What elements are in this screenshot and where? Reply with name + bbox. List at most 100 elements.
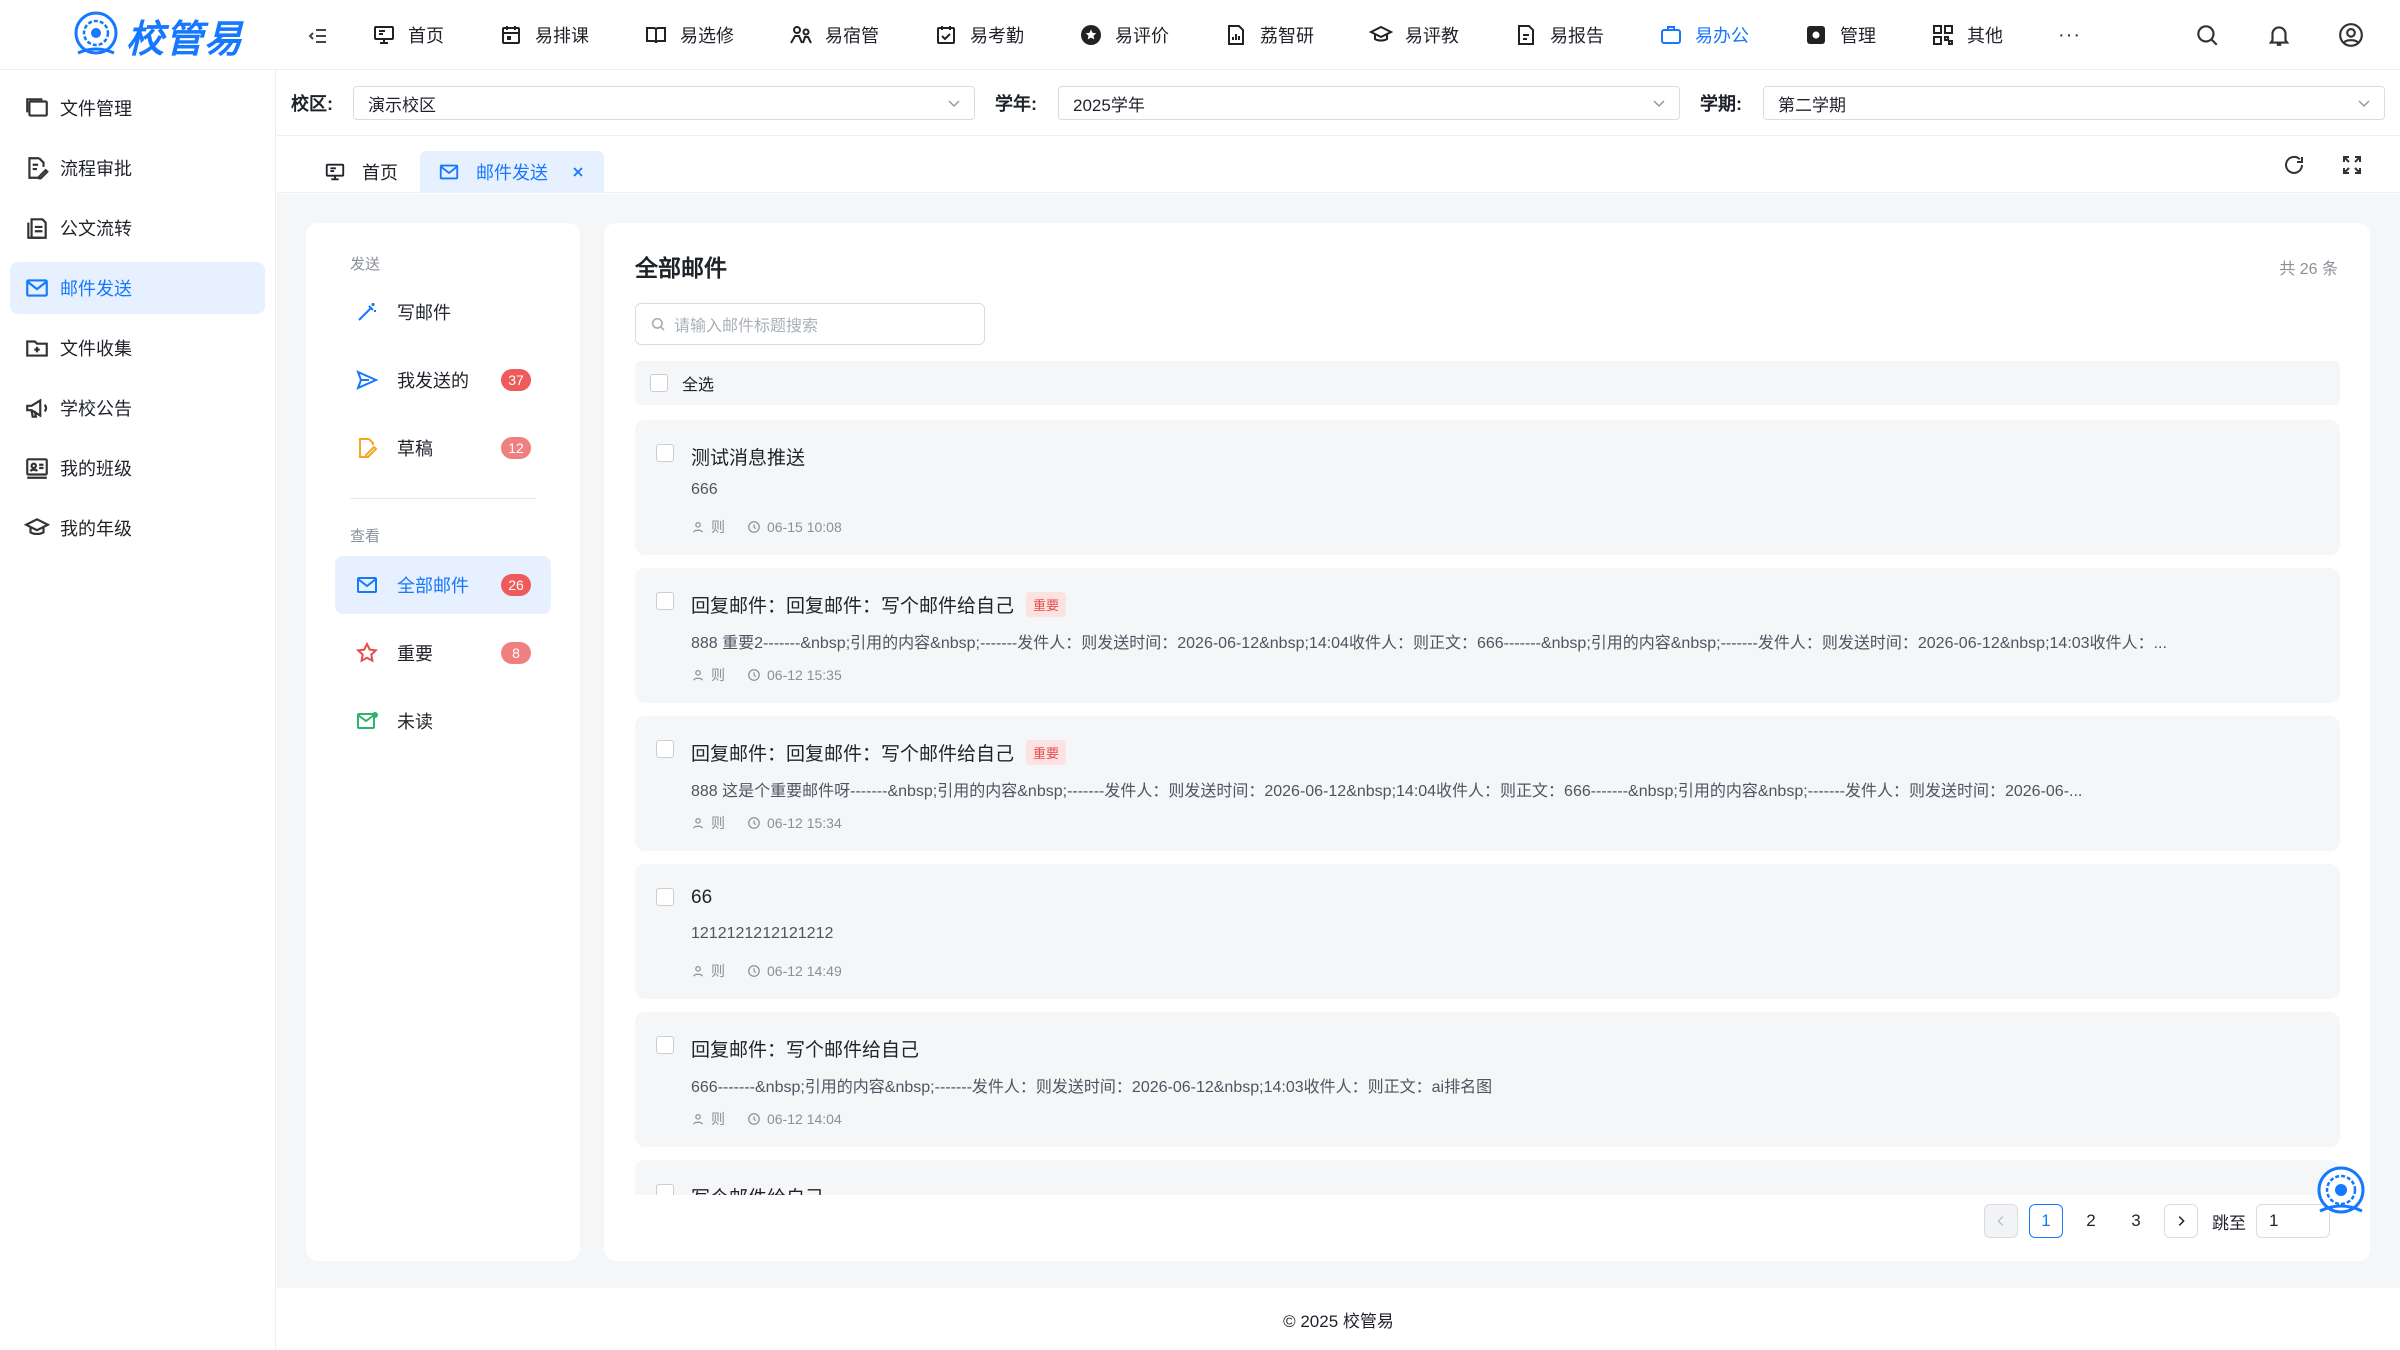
next-page-button[interactable] bbox=[2164, 1204, 2198, 1238]
people-icon bbox=[790, 26, 812, 44]
refresh-icon[interactable] bbox=[2282, 153, 2306, 177]
fullscreen-icon[interactable] bbox=[2340, 153, 2364, 177]
mail-subject: 测试消息推送 bbox=[691, 443, 805, 470]
mail-search-input[interactable]: 请输入邮件标题搜索 bbox=[635, 303, 985, 345]
select-all-checkbox[interactable] bbox=[650, 374, 668, 392]
page-button-2[interactable]: 2 bbox=[2074, 1204, 2108, 1238]
folder-add-icon bbox=[26, 340, 48, 357]
nav-item-dormitory[interactable]: 易宿管 bbox=[789, 0, 879, 70]
search-icon[interactable] bbox=[2194, 22, 2220, 48]
mail-subject-text: 回复邮件：回复邮件：写个邮件给自己 bbox=[691, 596, 1015, 617]
nav-item-evaluation[interactable]: 易评价 bbox=[1079, 0, 1169, 70]
mail-time: 06-12 14:49 bbox=[767, 963, 842, 979]
mailbox-unread[interactable]: 未读 bbox=[335, 692, 551, 750]
mail-item[interactable]: 66 1212121212121212 则 06-12 14:49 bbox=[635, 864, 2340, 999]
sidebar-item-announcements[interactable]: 学校公告 bbox=[10, 382, 265, 434]
user-avatar-icon[interactable] bbox=[2338, 22, 2364, 48]
nav-item-electives[interactable]: 易选修 bbox=[644, 0, 734, 70]
graduation-cap-icon bbox=[1369, 25, 1393, 42]
tab-mail-send[interactable]: 邮件发送 bbox=[420, 151, 604, 193]
book-icon bbox=[646, 27, 666, 44]
logo-emblem-icon bbox=[74, 11, 118, 55]
nav-item-admin[interactable]: 管理 bbox=[1804, 0, 1876, 70]
brand-name: 校管易 bbox=[126, 18, 244, 61]
mail-checkbox[interactable] bbox=[656, 1184, 674, 1195]
grid-icon bbox=[1933, 25, 1953, 45]
main-nav: 首页 易排课 易选修 易宿管 易考勤 易评价 荔智研 易评教 易报告 易办公 管… bbox=[372, 0, 2081, 70]
nav-item-attendance[interactable]: 易考勤 bbox=[934, 0, 1024, 70]
top-navigation-bar: 校管易 首页 易排课 易选修 易宿管 易考勤 易评价 荔智研 易评教 易报告 易… bbox=[0, 0, 2400, 70]
sidebar-item-my-class[interactable]: 我的班级 bbox=[10, 442, 265, 494]
mail-subject-text: 写个邮件给自己 bbox=[691, 1183, 824, 1195]
mailbox-drafts[interactable]: 草稿 12 bbox=[335, 419, 551, 477]
sidebar-item-mail[interactable]: 邮件发送 bbox=[10, 262, 265, 314]
mail-item[interactable]: 写个邮件给自己 bbox=[635, 1160, 2340, 1195]
nav-item-office[interactable]: 易办公 bbox=[1659, 0, 1749, 70]
mail-checkbox[interactable] bbox=[656, 888, 674, 906]
user-icon bbox=[693, 522, 703, 533]
sidebar-item-approval[interactable]: 流程审批 bbox=[10, 142, 265, 194]
document-chart-icon bbox=[1228, 25, 1244, 45]
nav-label: 首页 bbox=[408, 26, 444, 46]
graduation-cap-icon bbox=[24, 518, 50, 536]
tab-home[interactable]: 首页 bbox=[306, 151, 416, 193]
mail-nav-label: 全部邮件 bbox=[397, 576, 469, 596]
content-area: 发送 写邮件 我发送的 37 草稿 12 查看 全部邮件 26 重要 8 未读 … bbox=[277, 194, 2400, 1288]
nav-item-home[interactable]: 首页 bbox=[372, 0, 444, 70]
mail-item[interactable]: 测试消息推送 666 则 06-15 10:08 bbox=[635, 420, 2340, 555]
chevron-down-icon bbox=[2358, 100, 2370, 108]
mailbox-important[interactable]: 重要 8 bbox=[335, 624, 551, 682]
mail-checkbox[interactable] bbox=[656, 1036, 674, 1054]
sidebar-item-label: 文件收集 bbox=[60, 339, 132, 359]
campus-select-value: 演示校区 bbox=[368, 95, 436, 115]
sidebar-item-file-management[interactable]: 文件管理 bbox=[10, 82, 265, 134]
mailbox-all[interactable]: 全部邮件 26 bbox=[335, 556, 551, 614]
nav-item-reports[interactable]: 易报告 bbox=[1514, 0, 1604, 70]
copyright-text: © 2025 校管易 bbox=[1283, 1311, 1394, 1331]
bell-icon[interactable] bbox=[2266, 22, 2292, 48]
nav-label: 易选修 bbox=[680, 26, 734, 46]
mail-icon bbox=[439, 164, 459, 180]
star-icon bbox=[355, 641, 379, 663]
mail-meta: 则 06-12 14:04 bbox=[691, 1109, 842, 1129]
page-button-3[interactable]: 3 bbox=[2119, 1204, 2153, 1238]
prev-page-button[interactable] bbox=[1984, 1204, 2018, 1238]
mail-sender: 则 bbox=[711, 519, 725, 535]
unread-mail-icon bbox=[357, 712, 378, 729]
nav-item-scheduling[interactable]: 易排课 bbox=[499, 0, 589, 70]
brand-logo[interactable]: 校管易 bbox=[70, 6, 243, 64]
page-button-1[interactable]: 1 bbox=[2029, 1204, 2063, 1238]
mailbox-sent[interactable]: 我发送的 37 bbox=[335, 351, 551, 409]
close-icon[interactable] bbox=[570, 164, 586, 180]
nav-item-teaching-eval[interactable]: 易评教 bbox=[1369, 0, 1459, 70]
mail-nav-label: 未读 bbox=[397, 712, 433, 732]
mail-checkbox[interactable] bbox=[656, 740, 674, 758]
folder-files-icon bbox=[26, 98, 48, 117]
chevron-right-icon bbox=[2178, 1216, 2185, 1226]
mail-time: 06-12 14:04 bbox=[767, 1111, 842, 1127]
sidebar-item-my-grade[interactable]: 我的年级 bbox=[10, 502, 265, 554]
compose-mail-button[interactable]: 写邮件 bbox=[335, 283, 551, 341]
nav-more-button[interactable]: ··· bbox=[2058, 0, 2081, 70]
mail-item[interactable]: 回复邮件：写个邮件给自己 666-------&nbsp;引用的内容&nbsp;… bbox=[635, 1012, 2340, 1147]
mail-checkbox[interactable] bbox=[656, 592, 674, 610]
draft-icon bbox=[359, 438, 378, 458]
mail-item[interactable]: 回复邮件：回复邮件：写个邮件给自己 重要 888 重要2-------&nbsp… bbox=[635, 568, 2340, 703]
mail-item[interactable]: 回复邮件：回复邮件：写个邮件给自己 重要 888 这是个重要邮件呀-------… bbox=[635, 716, 2340, 851]
sidebar-item-documents[interactable]: 公文流转 bbox=[10, 202, 265, 254]
nav-item-other[interactable]: 其他 bbox=[1931, 0, 2003, 70]
mail-checkbox[interactable] bbox=[656, 444, 674, 462]
campus-select[interactable]: 演示校区 bbox=[353, 86, 975, 120]
mail-time: 06-12 15:34 bbox=[767, 815, 842, 831]
term-select[interactable]: 第二学期 bbox=[1763, 86, 2385, 120]
nav-item-research[interactable]: 荔智研 bbox=[1224, 0, 1314, 70]
top-actions bbox=[2148, 0, 2364, 70]
collapse-menu-icon[interactable] bbox=[306, 24, 330, 48]
nav-label: 易评教 bbox=[1405, 26, 1459, 46]
clock-icon bbox=[748, 965, 760, 977]
clock-icon bbox=[748, 817, 760, 829]
year-select[interactable]: 2025学年 bbox=[1058, 86, 1680, 120]
year-select-value: 2025学年 bbox=[1073, 95, 1145, 115]
assistant-logo-icon[interactable] bbox=[2312, 1163, 2370, 1221]
sidebar-item-file-collection[interactable]: 文件收集 bbox=[10, 322, 265, 374]
